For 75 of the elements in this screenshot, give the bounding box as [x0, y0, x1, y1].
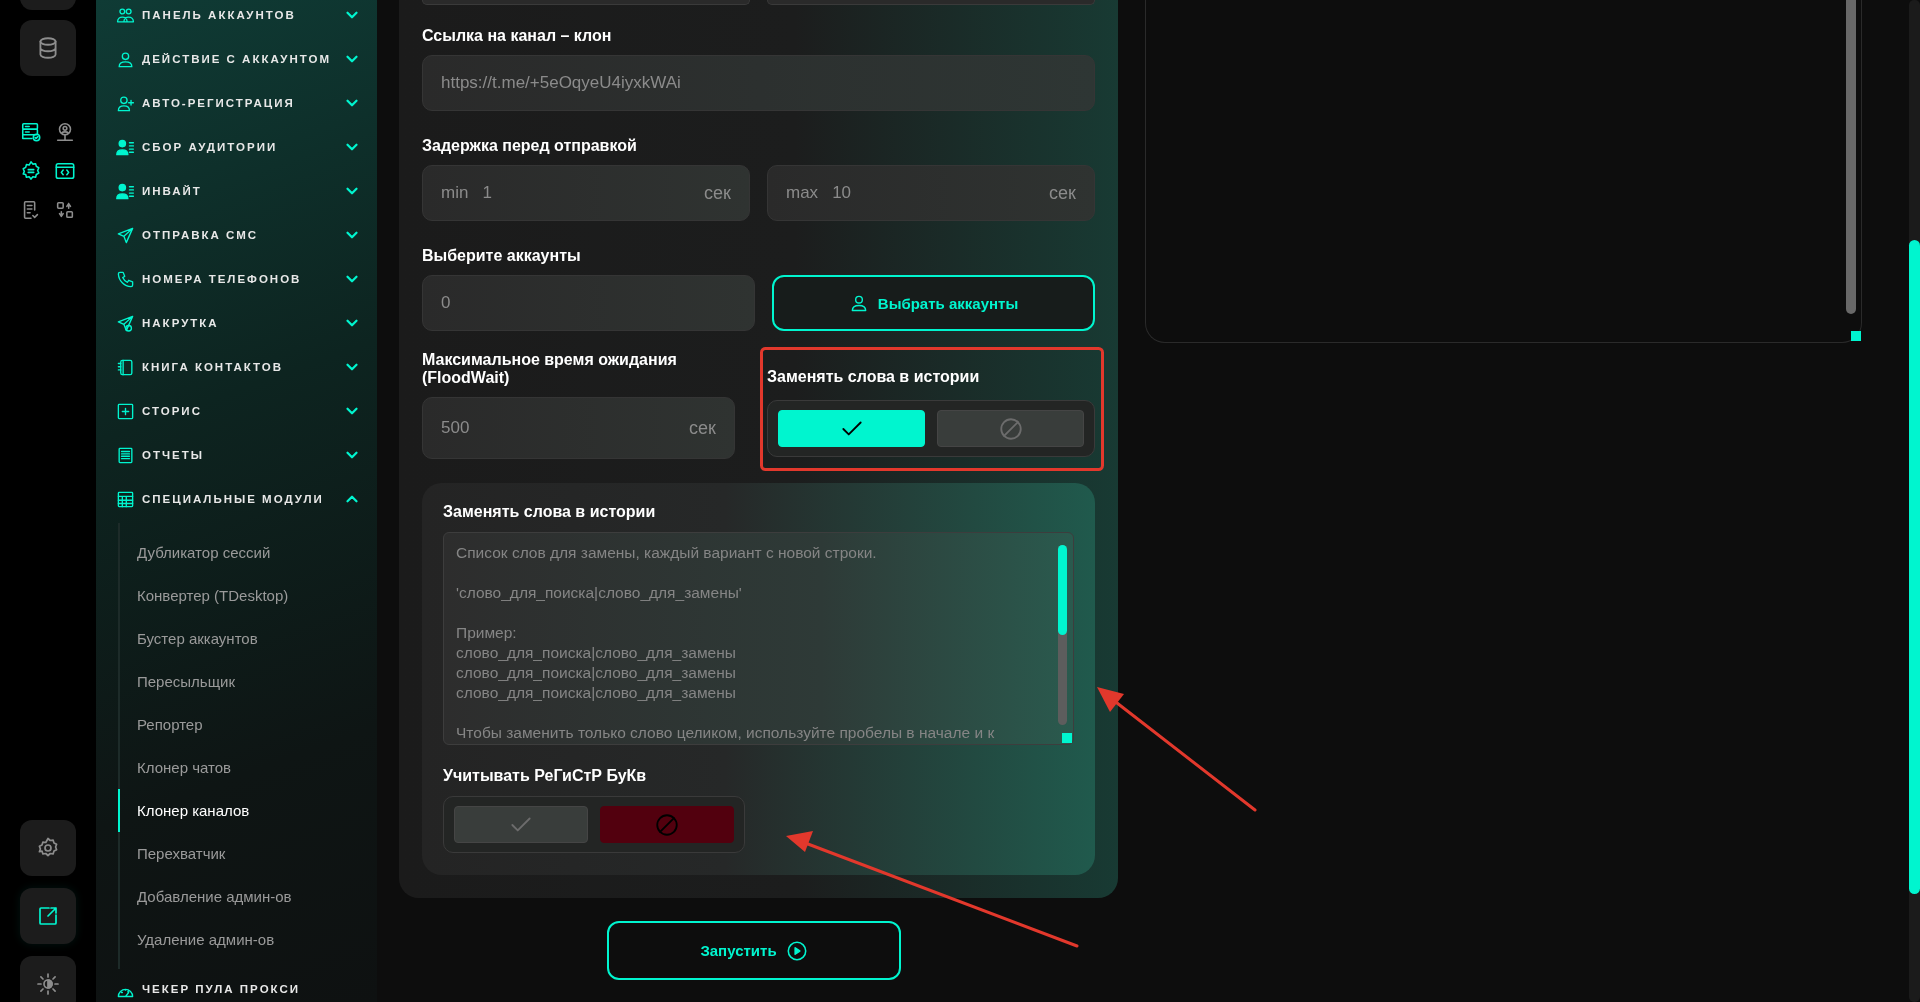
sidebar-item[interactable]: ОТПРАВКА СМС	[96, 213, 377, 257]
sidebar-item[interactable]: АВТО-РЕГИСТРАЦИЯ	[96, 81, 377, 125]
menu-item-icon	[116, 489, 135, 509]
menu-item-icon	[116, 137, 135, 157]
resize-handle[interactable]	[1062, 733, 1072, 743]
sidebar-item[interactable]: ЧЕКЕР ПУЛА ПРОКСИ	[96, 975, 377, 1002]
submenu-item[interactable]: Конвертер (TDesktop)	[118, 574, 289, 617]
ban-icon	[997, 415, 1024, 442]
sidebar-item[interactable]: СТОРИС	[96, 389, 377, 433]
input-field[interactable]: min 1 сек	[422, 165, 750, 221]
sidebar-item[interactable]: СПЕЦИАЛЬНЫЕ МОДУЛИ	[96, 477, 377, 521]
submenu-item[interactable]: Дубликатор сессий	[118, 531, 271, 574]
log-text-area[interactable]	[1145, 0, 1862, 343]
input-field[interactable]: 500 сек	[422, 397, 735, 459]
open-external-button[interactable]	[20, 888, 76, 944]
sidebar-item[interactable]: НАКРУТКА	[96, 301, 377, 345]
sidebar-item[interactable]: ОТЧЕТЫ	[96, 433, 377, 477]
select-accounts-button[interactable]: Выбрать аккаунты	[772, 275, 1095, 331]
theme-button[interactable]	[20, 956, 76, 1002]
input-field[interactable]	[422, 0, 750, 5]
swap-icon	[54, 199, 76, 221]
play-icon	[785, 939, 808, 962]
field-label: Максимальное время ожидания (FloodWait)	[422, 351, 678, 387]
field-label: Заменять слова в истории	[443, 503, 657, 521]
user-pin-icon	[54, 121, 76, 143]
disable-button[interactable]	[937, 410, 1084, 447]
menu-item-icon	[116, 49, 135, 69]
input-field[interactable]: 0	[422, 275, 755, 331]
menu-item-icon	[116, 357, 135, 377]
submenu-item[interactable]: Перехватчик	[118, 832, 226, 875]
menu-item-icon	[116, 225, 135, 245]
input-field[interactable]	[767, 0, 1095, 5]
sidebar-item[interactable]: ДЕЙСТВИЕ С АККАУНТОМ	[96, 37, 377, 81]
submenu-item[interactable]: Добавление админ-ов	[118, 875, 292, 918]
input-field[interactable]: max 10 сек	[767, 165, 1095, 221]
menu-item-icon	[116, 181, 135, 201]
sidebar-item[interactable]: СБОР АУДИТОРИИ	[96, 125, 377, 169]
sidebar-item[interactable]: КНИГА КОНТАКТОВ	[96, 345, 377, 389]
field-label: Заменять слова в истории	[767, 368, 981, 386]
theme-icon	[36, 972, 60, 996]
disable-button[interactable]	[600, 806, 734, 843]
menu-item-icon	[116, 269, 135, 289]
resize-handle[interactable]	[1851, 331, 1861, 341]
database-button[interactable]	[20, 20, 76, 76]
code-window-icon	[54, 160, 76, 182]
sidebar-item[interactable]: ПАНЕЛЬ АККАУНТОВ	[96, 0, 377, 37]
scrollbar-thumb[interactable]	[1846, 0, 1856, 314]
settings-button[interactable]	[20, 820, 76, 876]
external-link-icon	[36, 904, 60, 928]
submenu-item[interactable]: Бустер аккаунтов	[118, 617, 258, 660]
submenu-item[interactable]: Клонер чатов	[118, 746, 231, 789]
menu-item-icon	[116, 445, 135, 465]
enable-button[interactable]	[454, 806, 588, 843]
input-field[interactable]: https://t.me/+5eOqyeU4iyxkWAi	[422, 55, 1095, 111]
scrollbar-thumb[interactable]	[1058, 545, 1067, 635]
sidebar-item[interactable]: НОМЕРА ТЕЛЕФОНОВ	[96, 257, 377, 301]
field-label: Учитывать РеГиСтР БуКв	[443, 767, 648, 785]
submenu-item[interactable]: Репортер	[118, 703, 203, 746]
sidebar-item[interactable]: ИНВАЙТ	[96, 169, 377, 213]
server-check-icon	[20, 121, 42, 143]
scrollbar-track[interactable]	[1058, 545, 1067, 725]
gear-icon	[20, 160, 42, 182]
submenu-item[interactable]: Удаление админ-ов	[118, 918, 275, 961]
menu-item-icon	[116, 313, 135, 333]
ban-icon	[654, 811, 680, 838]
submenu-item[interactable]: Клонер каналов	[118, 789, 250, 832]
field-label: Ссылка на канал – клон	[422, 27, 613, 45]
word-list-text-area[interactable]: Список слов для замены, каждый вариант с новой строки. 'слово_для_поиска|слово_для_замены' Пример: слово_для_поиска|слово_для_замены слово_для_поиска|слово_для_замены слово_для_поиска|слово_для_замены Чтобы заменить только слово целиком, используйте пробелы в начале и к	[443, 532, 1074, 745]
submenu-item[interactable]: Пересыльщик	[118, 660, 235, 703]
run-button[interactable]: Запустить	[607, 921, 901, 980]
menu-item-icon	[116, 401, 135, 421]
page-scrollbar[interactable]	[1909, 0, 1920, 1002]
field-label: Выберите аккаунты	[422, 247, 582, 265]
field-label: Задержка перед отправкой	[422, 137, 638, 155]
scrollbar-thumb[interactable]	[1909, 240, 1920, 894]
